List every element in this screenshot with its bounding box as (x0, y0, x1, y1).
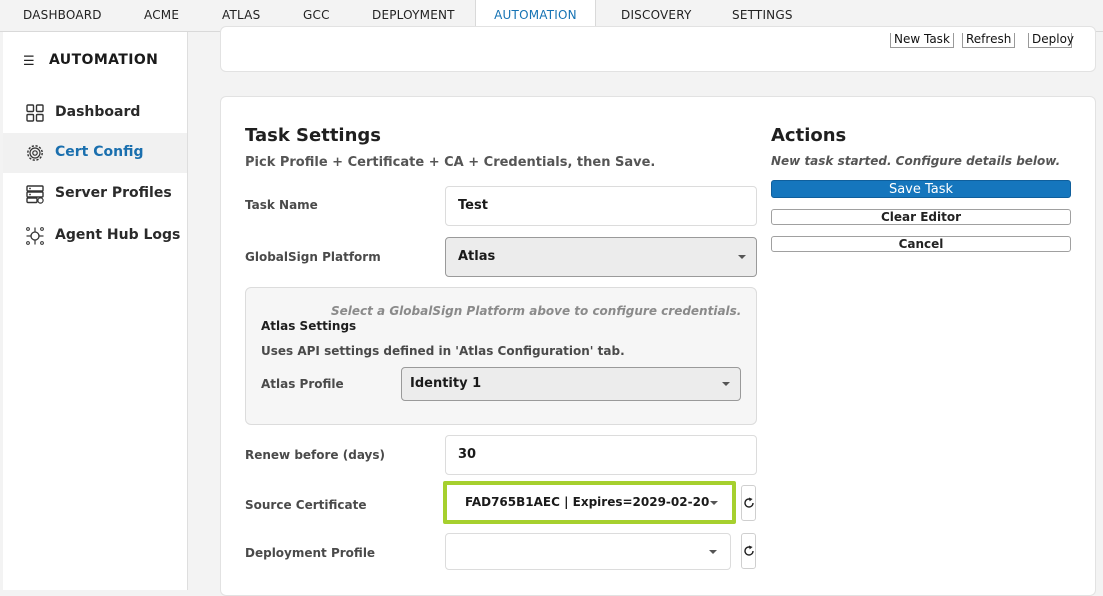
new-task-button[interactable]: New Task (890, 33, 954, 48)
sidebar-item-label: Server Profiles (55, 185, 172, 201)
tab-dashboard[interactable]: DASHBOARD (23, 0, 102, 32)
gear-icon (27, 145, 43, 161)
atlas-profile-label: Atlas Profile (261, 377, 344, 391)
source-certificate-value: FAD765B1AEC | Expires=2029-02-20 (465, 495, 710, 509)
sidebar: ☰ AUTOMATION Dashboard Cert Config Serve… (3, 32, 188, 590)
task-settings-subtitle: Pick Profile + Certificate + CA + Creden… (245, 155, 656, 170)
refresh-icon (744, 545, 754, 556)
deployment-profile-label: Deployment Profile (245, 546, 376, 560)
task-name-label: Task Name (245, 198, 318, 212)
chevron-down-icon (738, 255, 746, 259)
sidebar-title: AUTOMATION (49, 52, 159, 68)
actions-title: Actions (771, 125, 847, 146)
actions-status: New task started. Configure details belo… (771, 154, 1061, 168)
server-icon (26, 185, 44, 204)
hamburger-menu-icon[interactable]: ☰ (23, 54, 35, 69)
refresh-button[interactable]: Refresh (962, 33, 1016, 48)
task-name-input[interactable]: Test (445, 186, 757, 226)
renew-before-input[interactable]: 30 (445, 435, 757, 475)
tab-acme[interactable]: ACME (144, 0, 179, 32)
task-settings-title: Task Settings (245, 125, 382, 146)
save-task-button[interactable]: Save Task (771, 180, 1071, 198)
chevron-down-icon (710, 500, 718, 505)
refresh-source-certificate-button[interactable] (741, 485, 756, 521)
api-hub-icon (26, 227, 44, 245)
platform-hint: Select a GlobalSign Platform above to co… (331, 304, 742, 318)
atlas-settings-description: Uses API settings defined in 'Atlas Conf… (261, 344, 625, 358)
sidebar-item-server-profiles[interactable]: Server Profiles (3, 174, 187, 214)
sidebar-item-cert-config[interactable]: Cert Config (3, 133, 187, 173)
deployment-profile-select[interactable] (445, 533, 731, 570)
sidebar-item-dashboard[interactable]: Dashboard (3, 93, 187, 133)
renew-before-label: Renew before (days) (245, 448, 386, 462)
source-certificate-select[interactable]: FAD765B1AEC | Expires=2029-02-20 (447, 485, 732, 520)
toolbar-card: New Task Refresh Deploy (220, 26, 1096, 72)
atlas-profile-value: Identity 1 (410, 376, 482, 391)
source-certificate-label: Source Certificate (245, 498, 367, 512)
platform-label: GlobalSign Platform (245, 250, 381, 264)
sidebar-item-label: Dashboard (55, 104, 141, 120)
refresh-deployment-profile-button[interactable] (741, 533, 756, 569)
grid-icon (26, 104, 44, 122)
sidebar-item-label: Agent Hub Logs (55, 227, 181, 243)
platform-select[interactable]: Atlas (445, 237, 757, 277)
clear-editor-button[interactable]: Clear Editor (771, 209, 1071, 225)
chevron-down-icon (722, 382, 730, 386)
atlas-profile-select[interactable]: Identity 1 (401, 367, 741, 401)
sidebar-item-label: Cert Config (55, 144, 144, 160)
cancel-button[interactable]: Cancel (771, 236, 1071, 252)
platform-select-value: Atlas (458, 249, 496, 264)
chevron-down-icon (709, 549, 717, 554)
refresh-icon (744, 497, 754, 508)
deploy-button[interactable]: Deploy (1028, 33, 1074, 48)
sidebar-item-agent-hub-logs[interactable]: Agent Hub Logs (3, 216, 187, 256)
atlas-settings-title: Atlas Settings (261, 319, 357, 333)
